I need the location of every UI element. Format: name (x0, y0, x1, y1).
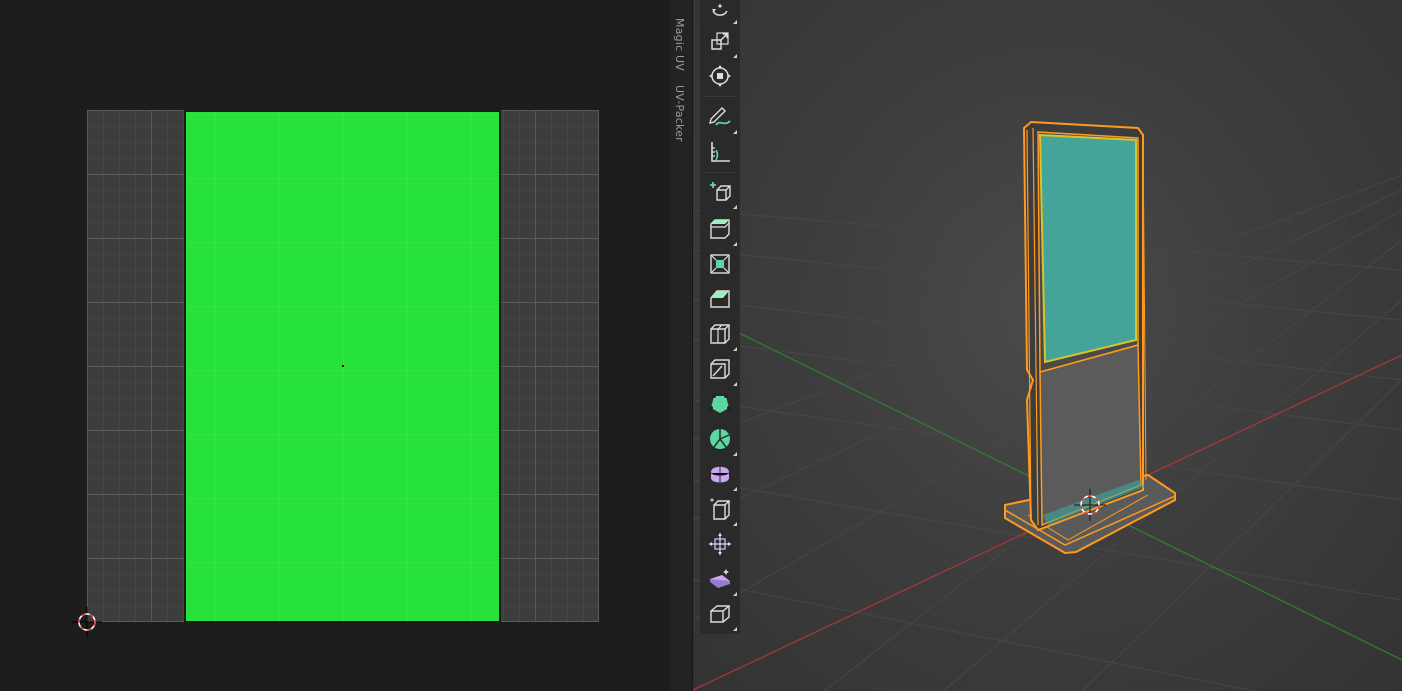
rip-region-tool-button[interactable] (707, 601, 737, 631)
measure-icon (711, 142, 730, 162)
annotate-tool-button[interactable] (707, 104, 737, 134)
poly-build-tool-button[interactable] (707, 391, 733, 417)
transform-icon (709, 65, 731, 87)
measure-tool-button[interactable] (707, 139, 733, 165)
viewport-scene (693, 120, 1402, 691)
edge-slide-tool-button[interactable] (707, 496, 737, 526)
rip-region-icon (709, 605, 731, 623)
inset-faces-icon (710, 254, 730, 274)
rotate-icon (712, 4, 728, 16)
tab-magic-uv[interactable]: Magic UV (673, 18, 686, 71)
knife-tool-button[interactable] (707, 356, 737, 386)
scale-tool-button[interactable] (707, 28, 737, 58)
shrink-fatten-icon (709, 533, 731, 555)
2d-cursor-icon[interactable] (72, 607, 102, 637)
extrude-region-icon (710, 219, 730, 239)
bevel-tool-button[interactable] (707, 286, 733, 312)
spin-icon (710, 429, 730, 449)
3d-viewport[interactable] (693, 0, 1402, 691)
spin-tool-button[interactable] (707, 426, 737, 456)
smooth-icon (710, 466, 730, 483)
knife-icon (710, 359, 730, 379)
rotate-tool-button[interactable] (707, 0, 737, 24)
bevel-icon (710, 290, 730, 308)
add-cube-tool-button[interactable] (707, 179, 737, 209)
poly-build-icon (709, 394, 731, 413)
loop-cut-tool-button[interactable] (707, 321, 737, 351)
inset-faces-tool-button[interactable] (707, 251, 733, 277)
kiosk-stand-object[interactable] (1004, 120, 1176, 555)
extrude-region-tool-button[interactable] (707, 216, 737, 246)
annotate-icon (709, 107, 731, 126)
loop-cut-icon (710, 324, 730, 344)
smooth-tool-button[interactable] (707, 461, 737, 491)
uv-editor[interactable] (0, 0, 670, 691)
sidebar-tabs: Magic UV UV-Packer (670, 0, 693, 691)
edge-slide-icon (710, 498, 730, 520)
add-cube-icon (710, 182, 731, 201)
transform-tool-button[interactable] (707, 63, 733, 89)
uv-island-center-dot (342, 365, 344, 367)
shrink-fatten-tool-button[interactable] (707, 531, 733, 557)
tool-shelf (700, 0, 740, 634)
scale-icon (711, 32, 729, 50)
shear-tool-button[interactable] (707, 566, 737, 596)
shear-icon (710, 569, 730, 588)
tab-uv-packer[interactable]: UV-Packer (673, 85, 686, 142)
